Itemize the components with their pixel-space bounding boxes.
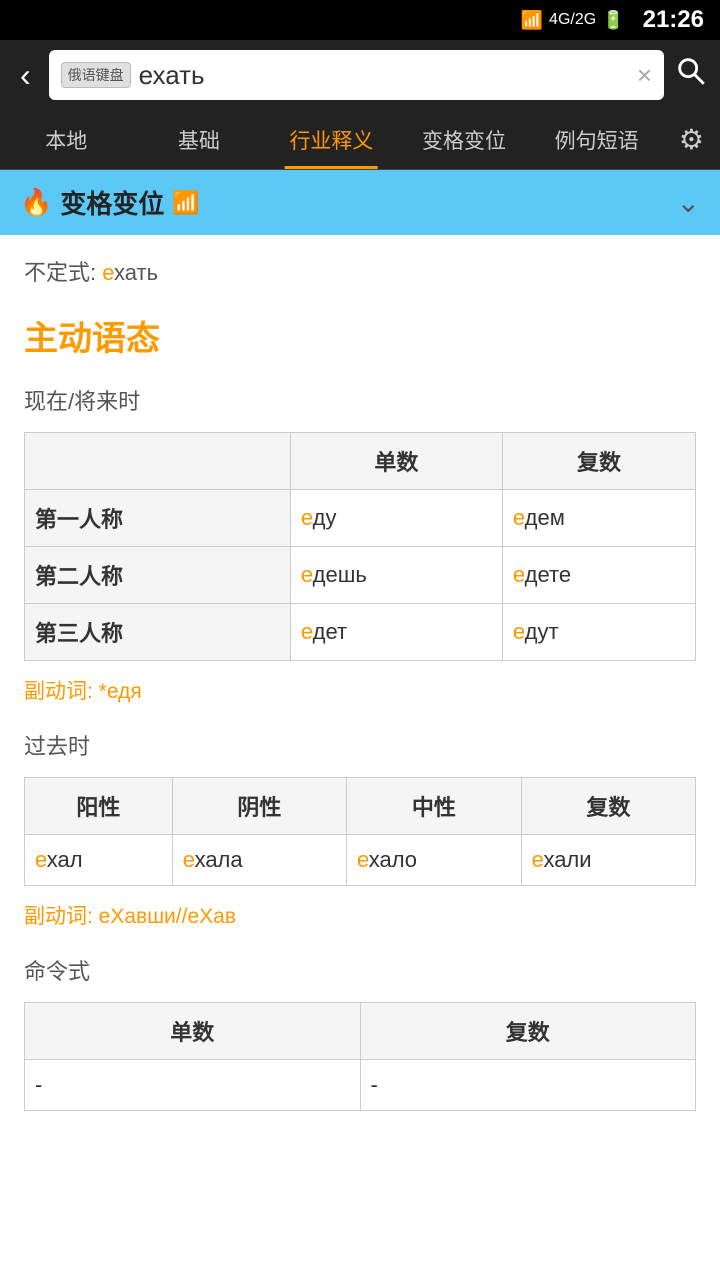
header-singular: 单数: [290, 433, 502, 490]
clear-button[interactable]: ×: [637, 60, 652, 91]
header-plural: 复数: [502, 433, 695, 490]
fire-icon: 🔥: [20, 187, 52, 218]
form-3pl: едут: [502, 604, 695, 661]
search-bar: ‹ 俄语键盘 ехать ×: [0, 40, 720, 110]
present-future-table: 单数 复数 第一人称 еду едем 第二人称 едешь едете 第三人…: [24, 432, 696, 661]
tab-examples[interactable]: 例句短语: [530, 110, 663, 169]
person-1: 第一人称: [25, 490, 291, 547]
infinitive-label: 不定式:: [24, 260, 102, 285]
header-neut: 中性: [346, 778, 521, 835]
table-row: - -: [25, 1060, 696, 1111]
section-header-title: 🔥 变格变位 📶: [20, 184, 200, 221]
imp-form-pl: -: [360, 1060, 696, 1111]
tab-conjugation[interactable]: 变格变位: [398, 110, 531, 169]
wifi-icon: 📶: [172, 190, 199, 216]
imp-form-sg: -: [25, 1060, 361, 1111]
form-past-neut: ехало: [346, 835, 521, 886]
table-row: 第三人称 едет едут: [25, 604, 696, 661]
tab-industry[interactable]: 行业释义: [265, 110, 398, 169]
signal-status-icon: 4G/2G: [549, 11, 596, 29]
wifi-status-icon: 📶: [521, 10, 543, 31]
form-2sg: едешь: [290, 547, 502, 604]
person-3: 第三人称: [25, 604, 291, 661]
imp-header-plural: 复数: [360, 1003, 696, 1060]
settings-button[interactable]: ⚙: [663, 123, 720, 156]
header-plur: 复数: [521, 778, 695, 835]
table-row: ехал ехала ехало ехали: [25, 835, 696, 886]
header-fem: 阴性: [172, 778, 346, 835]
search-input-container[interactable]: 俄语键盘 ехать ×: [49, 50, 664, 100]
active-voice-title: 主动语态: [24, 311, 696, 360]
header-empty: [25, 433, 291, 490]
past-tense-table: 阳性 阴性 中性 复数 ехал ехала ехало ехали: [24, 777, 696, 886]
tab-local[interactable]: 本地: [0, 110, 133, 169]
keyboard-badge: 俄语键盘: [61, 62, 131, 88]
form-1pl: едем: [502, 490, 695, 547]
infinitive-prefix: е: [102, 260, 114, 285]
form-past-plur: ехали: [521, 835, 695, 886]
header-masc: 阳性: [25, 778, 173, 835]
status-time: 21:26: [643, 6, 704, 34]
search-text: ехать: [139, 60, 637, 91]
content-area: 🔥 变格变位 📶 ⌄ 不定式: ехать 主动语态 现在/将来时 单数 复数: [0, 170, 720, 1280]
form-past-masc: ехал: [25, 835, 173, 886]
section-header: 🔥 变格变位 📶 ⌄: [0, 170, 720, 235]
adverb-line-past: 副动词: еХавши//еХав: [24, 900, 696, 930]
navigation-tabs: 本地 基础 行业释义 变格变位 例句短语 ⚙: [0, 110, 720, 170]
past-tense-label: 过去时: [24, 729, 696, 761]
status-bar: 📶 4G/2G 🔋 21:26: [0, 0, 720, 40]
search-button[interactable]: [674, 54, 708, 97]
adverb-line-present: 副动词: *едя: [24, 675, 696, 705]
person-2: 第二人称: [25, 547, 291, 604]
form-3sg: едет: [290, 604, 502, 661]
table-row: 第一人称 еду едем: [25, 490, 696, 547]
form-1sg: еду: [290, 490, 502, 547]
adverb-prefix: е: [107, 680, 118, 703]
imp-header-singular: 单数: [25, 1003, 361, 1060]
table-row: 第二人称 едешь едете: [25, 547, 696, 604]
infinitive-line: 不定式: ехать: [24, 255, 696, 287]
imperative-label: 命令式: [24, 954, 696, 986]
tab-basic[interactable]: 基础: [133, 110, 266, 169]
imperative-table: 单数 复数 - -: [24, 1002, 696, 1111]
form-2pl: едете: [502, 547, 695, 604]
chevron-down-icon[interactable]: ⌄: [677, 186, 700, 219]
infinitive-suffix: хать: [114, 260, 158, 285]
present-future-label: 现在/将来时: [24, 384, 696, 416]
status-icons: 📶 4G/2G 🔋: [521, 10, 625, 31]
battery-icon: 🔋: [602, 10, 624, 31]
back-button[interactable]: ‹: [12, 53, 39, 98]
content-body: 不定式: ехать 主动语态 现在/将来时 单数 复数 第一人称 еду ед…: [0, 235, 720, 1131]
form-past-fem: ехала: [172, 835, 346, 886]
